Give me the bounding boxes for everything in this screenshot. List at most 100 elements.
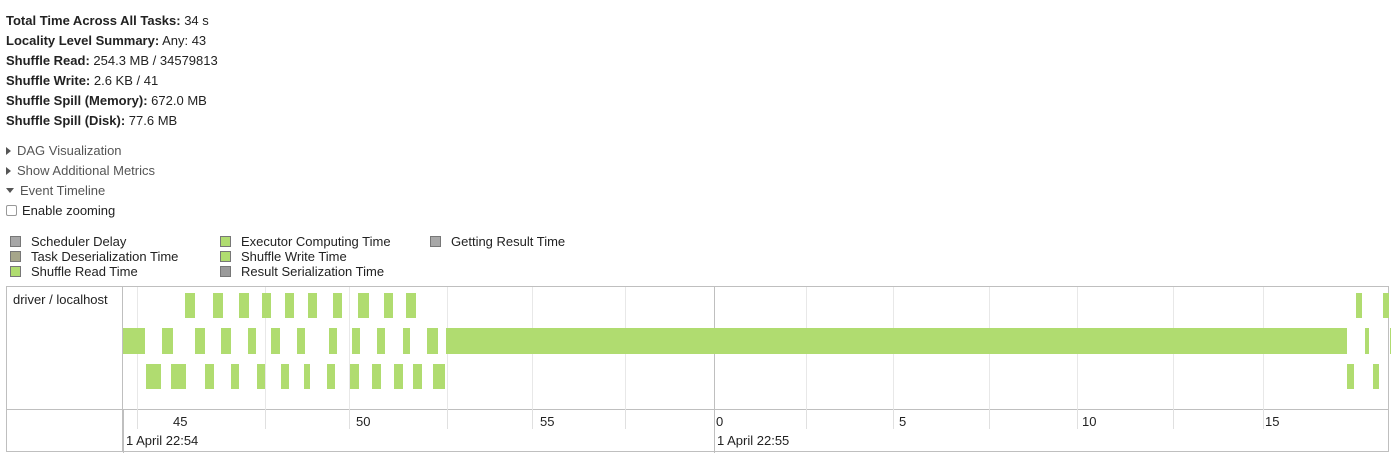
task-bar[interactable] — [358, 293, 369, 318]
time-tick-label: 10 — [1082, 414, 1097, 429]
task-bar[interactable] — [352, 328, 360, 354]
task-bar[interactable] — [1356, 293, 1362, 318]
legend-swatch — [220, 266, 231, 278]
task-bar[interactable] — [239, 293, 249, 318]
task-bar[interactable] — [333, 293, 342, 318]
legend-getting-result: Getting Result Time — [430, 234, 565, 249]
task-bar[interactable] — [427, 328, 438, 354]
summary-locality: Locality Level Summary: Any: 43 — [6, 33, 207, 48]
axis-divider — [7, 409, 1388, 410]
time-tick-label: 5 — [899, 414, 907, 429]
minor-tick — [1077, 409, 1078, 429]
additional-metrics-toggle[interactable]: Show Additional Metrics — [6, 161, 155, 181]
minor-tick — [532, 409, 533, 429]
minor-tick — [1173, 409, 1174, 429]
summary-shuffle-read: Shuffle Read: 254.3 MB / 34579813 — [6, 53, 218, 68]
task-bar[interactable] — [1390, 328, 1391, 354]
task-bar[interactable] — [285, 293, 294, 318]
task-bar[interactable] — [123, 328, 145, 354]
minor-tick — [989, 409, 990, 429]
major-tick — [123, 409, 124, 453]
task-bar[interactable] — [413, 364, 422, 389]
minor-gridline — [349, 287, 350, 409]
minor-tick — [625, 409, 626, 429]
task-bar[interactable] — [1373, 364, 1379, 389]
stage-summary: Total Time Across All Tasks: 34 s Locali… — [6, 11, 218, 131]
task-bar[interactable] — [446, 328, 1347, 354]
task-bar[interactable] — [271, 328, 280, 354]
summary-spill-disk: Shuffle Spill (Disk): 77.6 MB — [6, 113, 178, 128]
time-major-label: 1 April 22:54 — [126, 433, 199, 448]
legend-task-deserialization: Task Deserialization Time — [10, 249, 178, 264]
summary-shuffle-write: Shuffle Write: 2.6 KB / 41 — [6, 73, 159, 88]
task-bar[interactable] — [1347, 364, 1354, 389]
task-bar[interactable] — [195, 328, 205, 354]
summary-total-time: Total Time Across All Tasks: 34 s — [6, 13, 209, 28]
minor-tick — [265, 409, 266, 429]
task-bar[interactable] — [329, 328, 337, 354]
task-bar[interactable] — [281, 364, 289, 389]
task-bar[interactable] — [231, 364, 239, 389]
task-bar[interactable] — [297, 328, 305, 354]
caret-right-icon — [6, 146, 11, 155]
executor-label: driver / localhost — [13, 292, 108, 307]
task-bar[interactable] — [248, 328, 256, 354]
minor-tick — [447, 409, 448, 429]
summary-spill-memory: Shuffle Spill (Memory): 672.0 MB — [6, 93, 207, 108]
legend-executor-computing: Executor Computing Time — [220, 234, 391, 249]
time-major-label: 1 April 22:55 — [717, 433, 790, 448]
task-bar[interactable] — [171, 364, 186, 389]
task-bar[interactable] — [257, 364, 265, 389]
enable-zooming-label: Enable zooming — [22, 203, 116, 218]
legend-swatch — [430, 236, 441, 248]
legend-swatch — [10, 236, 21, 248]
task-bar[interactable] — [1383, 293, 1389, 318]
minor-tick — [893, 409, 894, 429]
time-tick-label: 55 — [540, 414, 555, 429]
task-bar[interactable] — [185, 293, 195, 318]
time-tick-label: 15 — [1265, 414, 1280, 429]
task-bar[interactable] — [213, 293, 223, 318]
task-bar[interactable] — [205, 364, 214, 389]
task-bar[interactable] — [433, 364, 445, 389]
caret-down-icon — [6, 188, 14, 194]
task-bar[interactable] — [403, 328, 410, 354]
minor-tick — [349, 409, 350, 429]
event-timeline-toggle[interactable]: Event Timeline — [6, 181, 105, 201]
legend-swatch — [220, 251, 231, 263]
task-bar[interactable] — [262, 293, 271, 318]
task-bar[interactable] — [372, 364, 381, 389]
task-bar[interactable] — [146, 364, 161, 389]
legend-swatch — [10, 251, 21, 263]
legend-shuffle-read: Shuffle Read Time — [10, 264, 138, 279]
major-tick — [714, 409, 715, 453]
task-bar[interactable] — [308, 293, 317, 318]
legend-swatch — [10, 266, 21, 278]
task-bar[interactable] — [304, 364, 310, 389]
dag-visualization-toggle[interactable]: DAG Visualization — [6, 141, 122, 161]
minor-tick — [137, 409, 138, 429]
caret-right-icon — [6, 166, 11, 175]
task-bar[interactable] — [406, 293, 416, 318]
additional-metrics-label: Show Additional Metrics — [17, 163, 156, 178]
minor-tick — [806, 409, 807, 429]
task-bar[interactable] — [350, 364, 359, 389]
task-bar[interactable] — [162, 328, 173, 354]
enable-zooming-option[interactable]: Enable zooming — [6, 201, 115, 221]
event-timeline-panel[interactable]: driver / localhost 45 50 55 0 5 10 15 1 April 2… — [6, 286, 1391, 453]
task-bar[interactable] — [1365, 328, 1369, 354]
task-bar[interactable] — [384, 293, 393, 318]
event-timeline-label: Event Timeline — [20, 183, 106, 198]
legend-result-serialization: Result Serialization Time — [220, 264, 384, 279]
time-tick-label: 45 — [173, 414, 188, 429]
task-bar[interactable] — [327, 364, 335, 389]
legend-shuffle-write: Shuffle Write Time — [220, 249, 347, 264]
legend-scheduler-delay: Scheduler Delay — [10, 234, 126, 249]
task-bar[interactable] — [221, 328, 231, 354]
dag-visualization-label: DAG Visualization — [17, 143, 122, 158]
legend-swatch — [220, 236, 231, 248]
task-bar[interactable] — [394, 364, 403, 389]
task-bar[interactable] — [377, 328, 385, 354]
time-tick-label: 50 — [356, 414, 371, 429]
enable-zooming-checkbox[interactable] — [6, 205, 17, 217]
